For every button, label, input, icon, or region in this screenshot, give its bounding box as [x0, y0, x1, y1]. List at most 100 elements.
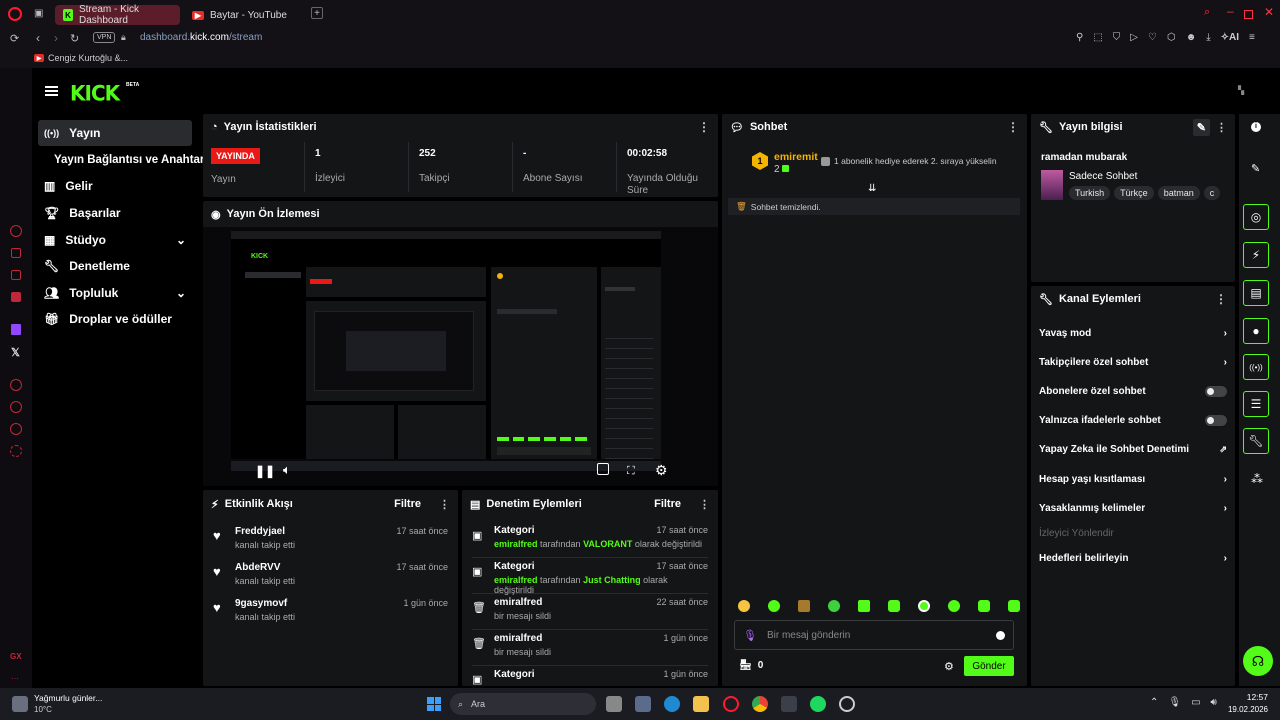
nav-denetleme[interactable]: 🔧︎ Denetleme [38, 253, 192, 279]
ai-button[interactable]: ✧AI [1221, 32, 1239, 43]
chat-settings-icon[interactable]: ⚙︎ [944, 660, 954, 673]
app-icon[interactable] [635, 696, 651, 712]
pinned-user[interactable]: emiremit [774, 151, 818, 163]
heart-icon[interactable]: ♡ [1148, 32, 1157, 43]
download-icon[interactable]: ⤓ [1206, 32, 1210, 43]
new-tab-plus-icon[interactable]: + [311, 7, 323, 19]
more-options-icon[interactable]: ⋮ [1215, 292, 1227, 306]
windows-start-icon[interactable] [427, 697, 441, 711]
spotify-icon[interactable] [810, 696, 826, 712]
sidebar-x-icon[interactable]: 𝕏 [11, 346, 20, 359]
subs-only-toggle[interactable] [1205, 386, 1227, 397]
emote-icon[interactable] [768, 600, 780, 612]
sidebar-player-icon[interactable] [11, 292, 21, 302]
gift-prompt[interactable]: 1 abonelik hediye ederek 2. sıraya yükse… [821, 156, 997, 166]
emote-icon[interactable] [948, 600, 960, 612]
action-account-age[interactable]: Hesap yaşı kısıtlaması › [1039, 465, 1227, 494]
emote-icon[interactable] [798, 600, 810, 612]
moderator-name[interactable]: emiralfred [494, 539, 538, 549]
profile-icon[interactable]: ☻ [1186, 32, 1197, 43]
volume-icon[interactable]: 🔊︎ [1211, 697, 1217, 708]
opera-logo-icon[interactable] [8, 7, 22, 21]
taskbar-search[interactable]: ⌕ Ara [450, 693, 596, 715]
emote-icon[interactable] [738, 600, 750, 612]
more-options-icon[interactable]: ⋮ [1216, 121, 1227, 134]
rail-broadcast-button[interactable]: ((•)) [1243, 354, 1269, 380]
chrome-icon[interactable] [752, 696, 768, 712]
close-window-icon[interactable]: ✕ [1264, 5, 1274, 19]
sidebar-messenger-icon[interactable] [11, 270, 21, 280]
opera-gx-icon[interactable] [723, 696, 739, 712]
sidebar-more-icon[interactable]: ··· [11, 674, 19, 683]
explorer-icon[interactable] [693, 696, 709, 712]
volume-icon[interactable]: 🔈︎ [283, 462, 291, 478]
display-icon[interactable]: ▭ [1191, 697, 1200, 708]
edit-pencil-icon[interactable]: ✎ [1192, 118, 1210, 136]
nav-studyo[interactable]: ▦ Stüdyo ⌄ [38, 227, 192, 253]
send-button[interactable]: Gönder [964, 656, 1014, 676]
minimize-icon[interactable]: – [1227, 4, 1234, 18]
rail-document-button[interactable]: ▤ [1243, 280, 1269, 306]
sidebar-gx-corner-icon[interactable] [10, 225, 22, 237]
settings-gear-icon[interactable]: ⚙︎ [655, 462, 668, 479]
emote-icon[interactable] [1008, 600, 1020, 612]
tag-chip[interactable]: batman [1157, 186, 1200, 200]
emote-icon[interactable] [858, 600, 870, 612]
emotes-only-toggle[interactable] [1205, 415, 1227, 426]
forward-icon[interactable]: › [54, 31, 58, 45]
more-options-icon[interactable]: ⋮ [1007, 120, 1019, 134]
more-options-icon[interactable]: ⋮ [699, 498, 710, 511]
more-options-icon[interactable]: ⋮ [698, 120, 710, 134]
tag-chip[interactable]: Turkish [1069, 186, 1111, 200]
filter-button[interactable]: Filtre [654, 498, 681, 510]
rail-chat-button[interactable]: ● [1243, 318, 1269, 344]
rail-clip-button[interactable]: ◎ [1243, 204, 1269, 230]
url-field[interactable]: dashboard.kick.com/stream [140, 32, 262, 43]
shield-icon[interactable]: ⛉ [1113, 32, 1121, 43]
pause-icon[interactable]: ❚❚ [255, 464, 275, 478]
action-followers-only[interactable]: Takipçilere özel sohbet › [1039, 348, 1227, 377]
user-avatar-icon[interactable]: ▚ [1238, 86, 1246, 95]
channel-points[interactable]: 🏪︎ 0 [739, 660, 763, 671]
stream-preview-video[interactable]: KICK ❚❚ 🔈︎ ⛶ ⚙︎ [203, 227, 718, 486]
nav-yayin[interactable]: ((•)) Yayın [38, 120, 192, 146]
reload-sync-icon[interactable]: ⟳ [10, 32, 19, 45]
sidebar-twitch-icon[interactable] [11, 324, 21, 335]
info-icon[interactable]: i [1251, 122, 1261, 132]
action-set-goals[interactable]: Hedefleri belirleyin › [1039, 544, 1227, 573]
moderator-name[interactable]: emiralfred [494, 575, 538, 585]
extensions-icon[interactable]: ⬡ [1167, 32, 1176, 43]
play-icon[interactable]: ▷ [1130, 32, 1138, 43]
fullscreen-icon[interactable]: ⛶ [627, 465, 635, 478]
more-options-icon[interactable]: ⋮ [439, 498, 450, 511]
store-icon[interactable] [781, 696, 797, 712]
nav-droplar[interactable]: 🎁︎ Droplar ve ödüller [38, 306, 192, 332]
pip-icon[interactable] [597, 463, 609, 475]
vpn-badge[interactable]: VPN [93, 32, 116, 43]
action-slow-mode[interactable]: Yavaş mod › [1039, 319, 1227, 348]
hamburger-menu-icon[interactable] [45, 86, 58, 96]
pin-icon[interactable]: ⚲ [1076, 32, 1083, 43]
microphone-icon[interactable]: 🎙︎ [743, 629, 757, 642]
chat-input[interactable]: 🎙︎ Bir mesaj gönderin [734, 620, 1014, 650]
workspaces-icon[interactable]: ▣ [34, 8, 43, 19]
sidebar-pin-icon[interactable] [10, 423, 22, 435]
search-tabs-icon[interactable]: ⌕ [1204, 6, 1210, 19]
emote-icon[interactable] [828, 600, 840, 612]
emote-icon[interactable] [918, 600, 930, 612]
rail-layout-button[interactable]: ☰ [1243, 391, 1269, 417]
tab-youtube[interactable]: ▶ Baytar - YouTube [184, 5, 304, 25]
kick-logo[interactable]: KICK [70, 80, 120, 105]
bookmark-item[interactable]: ▶ Cengiz Kurtoğlu &... [34, 53, 128, 63]
menu-icon[interactable]: ≡ [1249, 32, 1255, 43]
nav-gelir[interactable]: ▥ Gelir [38, 173, 192, 199]
taskview-icon[interactable] [606, 696, 622, 712]
support-chat-icon[interactable]: ☊ [1243, 646, 1273, 676]
share-icon[interactable]: ⁂ [1251, 472, 1263, 486]
app-icon[interactable] [839, 696, 855, 712]
emoji-picker-icon[interactable] [996, 630, 1005, 640]
clock-time[interactable]: 12:57 [1236, 692, 1268, 702]
reload-icon[interactable]: ↻ [70, 32, 79, 45]
tab-kick-dashboard[interactable]: K Stream - Kick Dashboard [55, 4, 180, 26]
snapshot-icon[interactable]: ⬚ [1093, 32, 1102, 43]
